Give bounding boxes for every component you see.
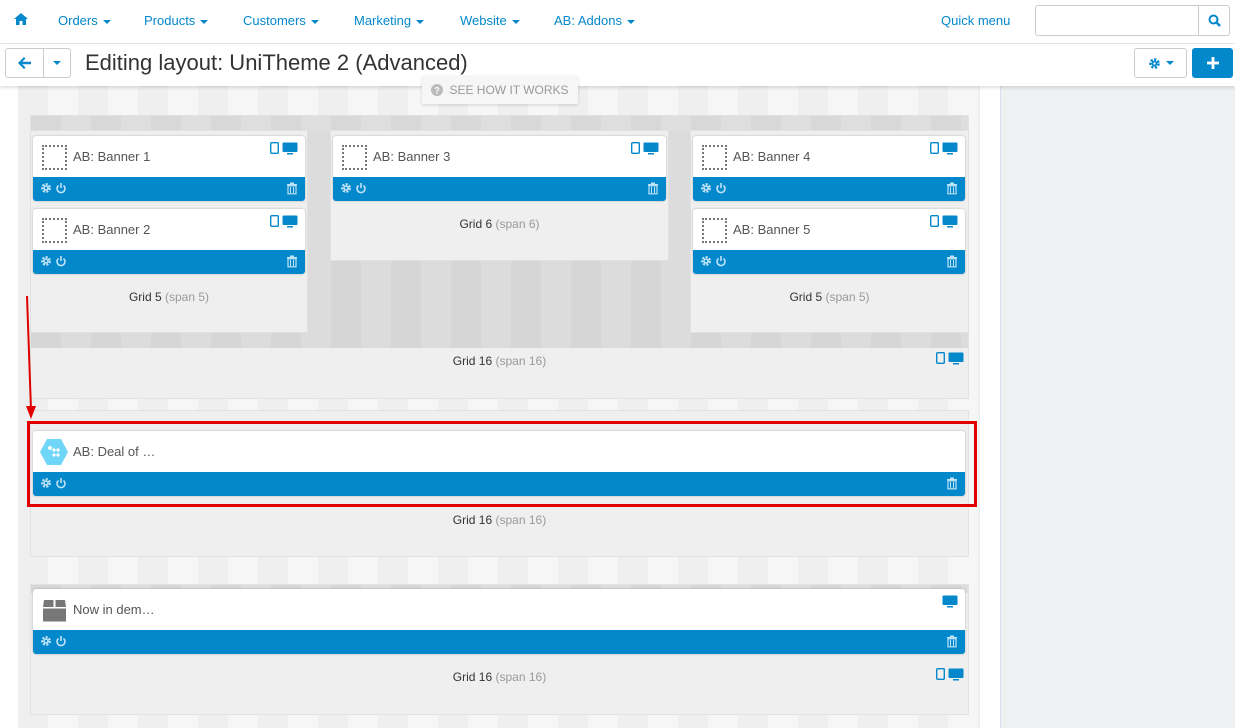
red-arrow [26,295,36,419]
gear-icon[interactable] [40,182,52,194]
chevron-down-icon [53,61,61,65]
block-name: AB: Banner 4 [733,149,811,164]
quick-menu-link[interactable]: Quick menu [941,13,1010,28]
power-icon[interactable] [355,182,367,194]
gear-icon[interactable] [340,182,352,194]
nav-products[interactable]: Products [144,13,209,28]
nav-customers[interactable]: Customers [243,13,319,28]
nav-website[interactable]: Website [460,13,520,28]
placeholder-icon [702,218,727,243]
gear-icon [1148,57,1160,69]
box-icon [43,600,66,622]
grid-label: Grid 16 (span 16) [452,513,547,527]
top-nav: Orders Products Customers Marketing Webs… [0,0,1235,44]
gear-icon[interactable] [40,255,52,267]
add-button[interactable] [1192,48,1233,78]
trash-icon[interactable] [286,182,298,195]
trash-icon[interactable] [946,182,958,195]
back-dropdown-button[interactable] [43,48,71,78]
nav-marketing[interactable]: Marketing [354,13,425,28]
placeholder-icon [42,218,67,243]
grid-label: Grid 16 (span 16) [452,670,547,684]
power-icon[interactable] [715,255,727,267]
desktop-icon[interactable] [942,595,958,608]
page-title: Editing layout: UniTheme 2 (Advanced) [85,50,468,75]
gear-icon[interactable] [40,635,52,647]
see-how-it-works-button[interactable]: ? SEE HOW IT WORKS [422,76,578,104]
layout-block[interactable]: AB: Banner 3 [333,136,666,201]
power-icon[interactable] [55,635,67,647]
block-name: AB: Banner 5 [733,222,811,237]
highlight-box [27,421,977,507]
trash-icon[interactable] [946,255,958,268]
see-how-label: SEE HOW IT WORKS [449,83,569,97]
right-panel [1000,86,1235,728]
search-button[interactable] [1198,6,1229,35]
question-circle-icon: ? [431,84,444,96]
block-name: AB: Banner 2 [73,222,151,237]
placeholder-icon [342,145,367,170]
nav-orders[interactable]: Orders [58,13,111,28]
layout-block[interactable]: AB: Banner 4 [693,136,965,201]
device-visibility-icons[interactable] [934,352,964,365]
trash-icon[interactable] [286,255,298,268]
home-icon[interactable] [14,13,28,28]
power-icon[interactable] [715,182,727,194]
device-visibility-icons[interactable] [928,215,958,228]
placeholder-icon [702,145,727,170]
device-visibility-icons[interactable] [928,142,958,155]
svg-text:?: ? [435,86,441,96]
settings-dropdown-button[interactable] [1134,48,1187,78]
arrow-left-icon [18,57,31,69]
block-name: AB: Banner 1 [73,149,151,164]
device-visibility-icons[interactable] [934,668,964,681]
block-name: AB: Banner 3 [373,149,451,164]
layout-block[interactable]: AB: Banner 5 [693,209,965,274]
search-icon [1208,14,1221,27]
layout-block[interactable]: AB: Banner 2 [33,209,305,274]
block-name: Now in dem… [73,602,155,617]
search-input[interactable] [1036,6,1196,35]
plus-icon [1206,57,1219,69]
search-box [1035,5,1230,36]
power-icon[interactable] [55,182,67,194]
grid-label: Grid 16 (span 16) [452,354,547,368]
gear-icon[interactable] [700,182,712,194]
device-visibility-icons[interactable] [268,215,298,228]
device-visibility-icons[interactable] [268,142,298,155]
power-icon[interactable] [55,255,67,267]
gear-icon[interactable] [700,255,712,267]
nav-ab-addons[interactable]: AB: Addons [554,13,635,28]
back-button[interactable] [5,48,44,78]
placeholder-icon [42,145,67,170]
layout-block[interactable]: AB: Banner 1 [33,136,305,201]
layout-block[interactable]: Now in dem… [33,589,965,654]
toolbar: Editing layout: UniTheme 2 (Advanced) [0,44,1235,86]
trash-icon[interactable] [946,635,958,648]
trash-icon[interactable] [647,182,659,195]
device-visibility-icons[interactable] [629,142,659,155]
